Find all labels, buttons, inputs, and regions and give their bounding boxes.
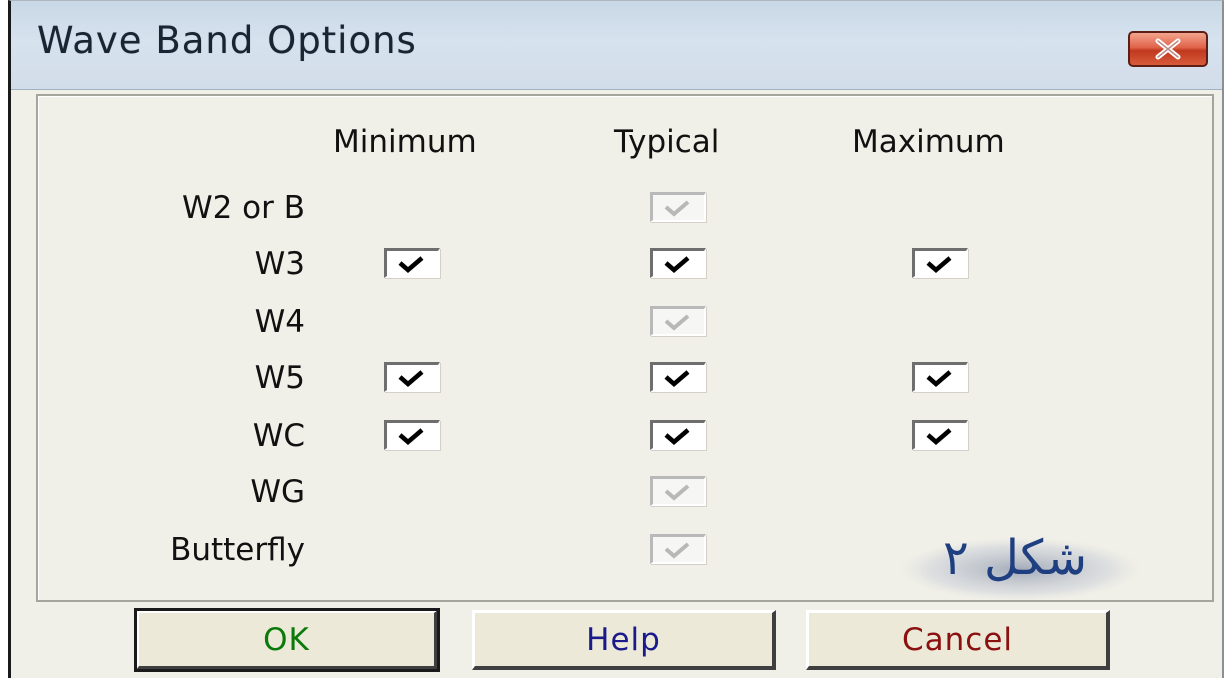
checkmark-icon [664, 200, 690, 217]
checkmark-icon [664, 370, 690, 387]
checkmark-icon [664, 428, 690, 445]
checkmark-icon [664, 484, 690, 501]
row-label-wc: WC [252, 418, 305, 454]
checkmark-icon [398, 428, 424, 445]
row-label-wg: WG [250, 474, 305, 510]
svg-text:شکل ۲: شکل ۲ [943, 530, 1087, 586]
cancel-button-label: Cancel [901, 621, 1014, 658]
checkbox-wc-typical[interactable] [650, 420, 706, 450]
checkbox-wg-typical [650, 476, 706, 506]
checkmark-icon [926, 428, 952, 445]
title-bar[interactable]: Wave Band Options [11, 1, 1222, 90]
help-button[interactable]: Help [472, 610, 776, 670]
ok-button[interactable]: OK [134, 608, 440, 672]
checkbox-w3-maximum[interactable] [912, 248, 968, 278]
checkbox-w5-minimum[interactable] [384, 362, 440, 392]
checkmark-icon [664, 314, 690, 331]
ok-button-label: OK [263, 621, 310, 658]
checkbox-w2-or-b-typical [650, 192, 706, 222]
checkmark-icon [664, 256, 690, 273]
figure-caption-watermark: شکل ۲ [890, 530, 1150, 600]
row-label-w3: W3 [254, 246, 305, 282]
row-label-w5: W5 [254, 360, 305, 396]
checkbox-w5-maximum[interactable] [912, 362, 968, 392]
window-title: Wave Band Options [37, 19, 417, 62]
checkmark-icon [926, 370, 952, 387]
checkbox-wc-minimum[interactable] [384, 420, 440, 450]
checkbox-wc-maximum[interactable] [912, 420, 968, 450]
close-icon [1155, 38, 1181, 60]
column-header-typical: Typical [614, 124, 720, 160]
row-label-w2-or-b: W2 or B [181, 190, 305, 226]
checkbox-w5-typical[interactable] [650, 362, 706, 392]
checkbox-w3-typical[interactable] [650, 248, 706, 278]
checkmark-icon [398, 370, 424, 387]
row-label-w4: W4 [254, 304, 305, 340]
checkbox-w3-minimum[interactable] [384, 248, 440, 278]
checkbox-w4-typical [650, 306, 706, 336]
column-header-maximum: Maximum [852, 124, 1005, 160]
column-header-minimum: Minimum [333, 124, 477, 160]
help-button-label: Help [586, 621, 661, 658]
checkmark-icon [398, 256, 424, 273]
row-label-butterfly: Butterfly [170, 532, 305, 568]
close-button[interactable] [1128, 31, 1208, 67]
checkbox-butterfly-typical [650, 534, 706, 564]
checkmark-icon [926, 256, 952, 273]
checkmark-icon [664, 542, 690, 559]
cancel-button[interactable]: Cancel [806, 610, 1110, 670]
